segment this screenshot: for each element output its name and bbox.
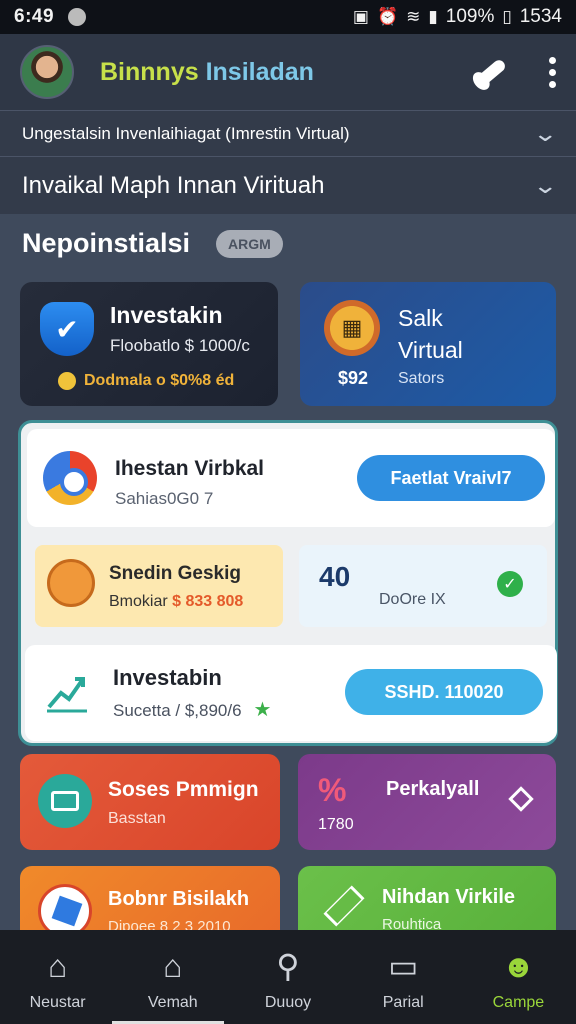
nfc-icon: ▣ bbox=[352, 7, 369, 26]
card-title: Nihdan Virkile bbox=[382, 886, 516, 908]
row-title: Investabin bbox=[113, 665, 222, 690]
nav-item-home[interactable]: ⌂ Neustar bbox=[0, 930, 115, 1024]
check-icon: ✓ bbox=[497, 571, 523, 597]
nav-label: Duuoy bbox=[264, 994, 312, 1011]
row-subtitle: Sahias0G0 7 bbox=[115, 489, 214, 508]
program-card[interactable]: Soses Pmmign Basstan bbox=[20, 754, 280, 850]
featured-panel: Ihestan Virbkal Sahias0G0 7 Faetlat Vrai… bbox=[18, 420, 558, 746]
tile-value: 40 bbox=[319, 561, 351, 592]
section-header: Nepoinstialsi ARGM bbox=[22, 228, 283, 259]
battery-percent: 109% bbox=[445, 6, 495, 27]
tv-icon bbox=[38, 774, 92, 828]
app-title-part2: Insiladan bbox=[205, 57, 314, 86]
coin-icon bbox=[58, 372, 76, 390]
percent-icon: % bbox=[318, 772, 347, 808]
card-subtitle: Basstan bbox=[108, 810, 166, 827]
avatar[interactable] bbox=[20, 45, 74, 99]
row-title: Ihestan Virbkal bbox=[115, 457, 265, 480]
nav-label: Neustar bbox=[29, 994, 86, 1011]
subheader-dropdown-2[interactable]: Invaikal Maph Innan Virituah ⌄ bbox=[0, 156, 576, 214]
safe-card[interactable]: ▦ Salk Virtual $92 Sators bbox=[300, 282, 556, 406]
subheader-line-1: Ungestalsin Invenlaihiagat (Imrestin Vir… bbox=[22, 123, 350, 143]
status-clock-right: 1534 bbox=[519, 6, 562, 27]
featured-row[interactable]: Investabin Sucetta / $,890/6 ★ SSHD. 1100… bbox=[25, 645, 557, 741]
chevron-down-icon: ⌄ bbox=[531, 172, 558, 198]
tile-title: Snedin Geskig bbox=[109, 563, 241, 584]
browser-icon bbox=[43, 451, 97, 505]
subheader-line-2: Invaikal Maph Innan Virituah bbox=[22, 171, 325, 199]
app-title-part1: Binnnys bbox=[100, 57, 199, 86]
card-subtitle: 1780 bbox=[318, 816, 354, 833]
nav-item-chat[interactable]: ▭ Parial bbox=[346, 930, 461, 1024]
nav-item-house[interactable]: ⌂ Vemah bbox=[115, 930, 230, 1024]
chat-icon: ▭ bbox=[388, 948, 419, 984]
section-title: Nepoinstialsi bbox=[22, 228, 191, 258]
status-time: 6:49 bbox=[14, 6, 55, 27]
nav-label: Parial bbox=[382, 994, 424, 1011]
featured-row[interactable]: Ihestan Virbkal Sahias0G0 7 Faetlat Vrai… bbox=[27, 429, 555, 527]
diamond-icon bbox=[508, 786, 534, 812]
nav-item-search[interactable]: ⚲ Duuoy bbox=[230, 930, 345, 1024]
card-title: Soses Pmmign bbox=[108, 778, 259, 801]
nav-label: Campe bbox=[492, 994, 545, 1011]
row-subtitle: Sucetta / $,890/6 ★ bbox=[113, 699, 272, 721]
action-button[interactable]: SSHD. 110020 bbox=[345, 669, 543, 715]
card-footer: Dodmala o $0%8 éd bbox=[58, 372, 234, 390]
tile-subtitle: Bmokiar $ 833 808 bbox=[109, 593, 244, 610]
shield-icon: ✔ bbox=[40, 302, 94, 356]
app-header: Binnnys Insiladan bbox=[0, 34, 576, 110]
alarm-icon: ⏰ bbox=[376, 7, 399, 26]
battery-icon: ▯ bbox=[502, 7, 512, 26]
house-icon: ⌂ bbox=[163, 948, 183, 984]
count-tile[interactable]: 40 DoOre IX ✓ bbox=[299, 545, 547, 627]
trend-chart-icon bbox=[47, 677, 87, 713]
section-badge[interactable]: ARGM bbox=[216, 229, 283, 258]
savings-tile[interactable]: Snedin Geskig Bmokiar $ 833 808 bbox=[35, 545, 283, 627]
wrench-icon[interactable] bbox=[475, 55, 509, 89]
card-title: Bobnr Bisilakh bbox=[108, 888, 250, 910]
nav-item-profile[interactable]: ☻ Campe bbox=[461, 930, 576, 1024]
chevron-down-icon: ⌄ bbox=[531, 120, 558, 146]
action-button[interactable]: Faetlat VraivI7 bbox=[357, 455, 545, 501]
card-title: Perkalyall bbox=[386, 778, 480, 800]
app-title: Binnnys Insiladan bbox=[100, 58, 314, 87]
investment-card[interactable]: ✔ Investakin Floobatlo $ 1000/c Dodmala … bbox=[20, 282, 278, 406]
search-icon: ⚲ bbox=[276, 948, 300, 984]
nav-label: Vemah bbox=[147, 994, 198, 1011]
subheader-dropdown-1[interactable]: Ungestalsin Invenlaihiagat (Imrestin Vir… bbox=[0, 110, 576, 156]
percent-card[interactable]: % Perkalyall 1780 bbox=[298, 754, 556, 850]
signal-icon: ▮ bbox=[428, 7, 438, 26]
chat-bubble-icon bbox=[47, 559, 95, 607]
star-icon: ★ bbox=[253, 699, 272, 721]
home-icon: ⌂ bbox=[47, 948, 68, 984]
card-value: $92 bbox=[338, 368, 369, 388]
card-title: Salk Virtual bbox=[398, 305, 463, 363]
card-title: Investakin bbox=[110, 302, 223, 328]
card-footer: Sators bbox=[398, 370, 445, 387]
notification-icon bbox=[68, 8, 87, 26]
safe-icon: ▦ bbox=[324, 300, 380, 356]
status-bar: 6:49 ▣ ⏰ ≋ ▮ 109% ▯ 1534 bbox=[0, 0, 576, 34]
wifi-icon: ≋ bbox=[406, 7, 421, 26]
card-subtitle: Floobatlo $ 1000/c bbox=[110, 336, 250, 355]
tile-subtitle: DoOre IX bbox=[379, 591, 446, 608]
profile-icon: ☻ bbox=[501, 948, 536, 984]
more-options-icon[interactable] bbox=[549, 56, 556, 88]
pencil-icon bbox=[323, 885, 365, 927]
bottom-nav: ⌂ Neustar ⌂ Vemah ⚲ Duuoy ▭ Parial ☻ Cam… bbox=[0, 930, 576, 1024]
